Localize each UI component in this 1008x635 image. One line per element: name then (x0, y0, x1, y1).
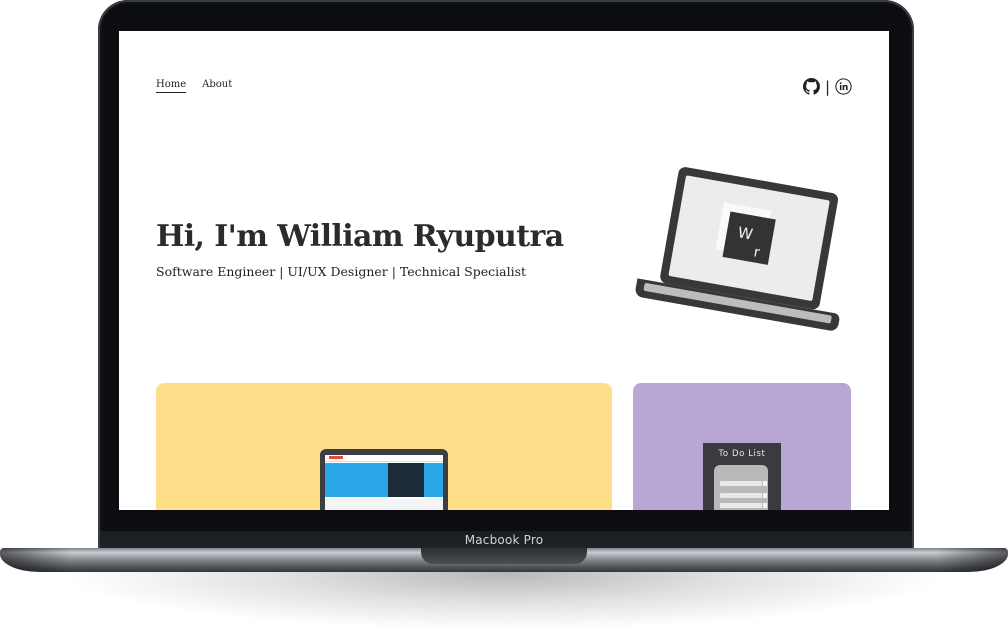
project-card-todo[interactable]: To Do List (633, 383, 851, 510)
device-label: Macbook Pro (464, 533, 544, 547)
social-links: | (802, 77, 852, 96)
linkedin-icon[interactable] (835, 78, 852, 95)
nav-about-link[interactable]: About (202, 79, 232, 93)
project-card-web[interactable] (156, 383, 612, 510)
todo-app-preview: To Do List (703, 443, 781, 510)
hero-title: Hi, I'm William Ryuputra (156, 219, 564, 254)
hinge-notch (421, 548, 587, 564)
hero-subtitle: Software Engineer | UI/UX Designer | Tec… (156, 264, 527, 279)
laptop-illustration: W r (635, 167, 840, 331)
website-screen: Home About | Hi, I'm William Ryuputra So… (119, 31, 889, 510)
social-separator: | (824, 77, 830, 96)
web-project-preview (320, 449, 448, 510)
github-icon[interactable] (802, 78, 820, 95)
todo-preview-title: To Do List (718, 449, 766, 459)
todo-panel (714, 465, 768, 510)
nav-home-link[interactable]: Home (156, 79, 187, 93)
main-nav: Home About (156, 79, 232, 93)
